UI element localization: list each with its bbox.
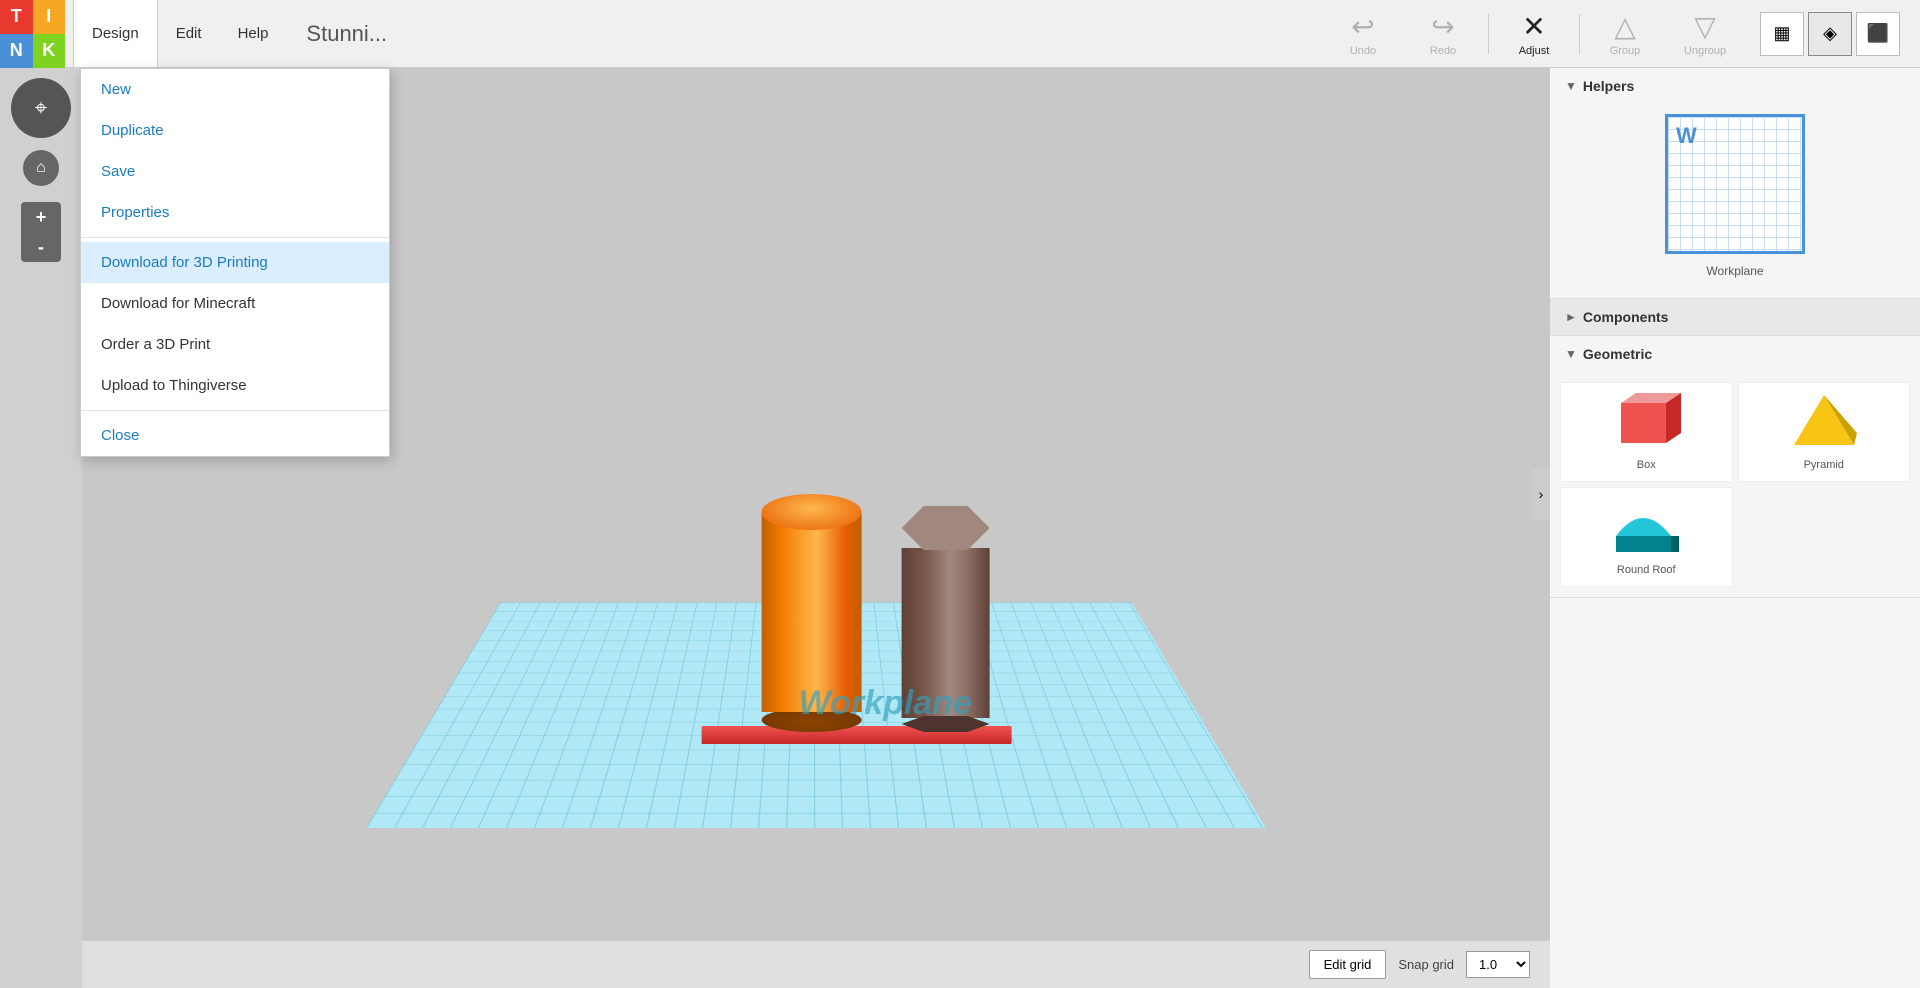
nav-design[interactable]: Design — [73, 0, 158, 67]
panel-toggle[interactable]: › — [1532, 469, 1550, 519]
pyramid-shape-preview — [1789, 393, 1859, 453]
box-label: Box — [1637, 459, 1656, 471]
geometric-header[interactable]: ▼ Geometric — [1550, 336, 1920, 372]
menu-duplicate[interactable]: Duplicate — [81, 110, 389, 151]
menu-downloadmc[interactable]: Download for Minecraft — [81, 283, 389, 324]
undo-button[interactable]: ↩ Undo — [1328, 10, 1398, 57]
logo-t: T — [0, 0, 33, 34]
object-cylinder[interactable] — [762, 494, 862, 732]
box-shape-preview — [1611, 393, 1681, 453]
redo-button[interactable]: ↪ Redo — [1408, 10, 1478, 57]
menu-order3d[interactable]: Order a 3D Print — [81, 324, 389, 365]
group-icon: △ — [1614, 10, 1636, 43]
components-header[interactable]: ► Components — [1550, 299, 1920, 335]
view-icons: ▦ ◈ ⬛ — [1760, 12, 1900, 56]
snap-select[interactable]: 1.0 0.5 0.25 2.0 — [1466, 951, 1530, 978]
snap-label: Snap grid — [1398, 957, 1454, 972]
bottom-bar: Edit grid Snap grid 1.0 0.5 0.25 2.0 — [82, 940, 1550, 988]
shape-pyramid-card[interactable]: Pyramid — [1738, 382, 1911, 482]
design-dropdown-menu: New Duplicate Save Properties Download f… — [80, 68, 390, 457]
edit-grid-button[interactable]: Edit grid — [1309, 950, 1387, 979]
menu-save[interactable]: Save — [81, 151, 389, 192]
home-view-button[interactable]: ⌂ — [23, 150, 59, 186]
roundroof-label: Round Roof — [1617, 564, 1676, 576]
geometric-arrow-icon: ▼ — [1565, 347, 1577, 361]
page-title: Stunni... — [306, 21, 387, 47]
zoom-out-button[interactable]: - — [21, 232, 61, 262]
menu-upload[interactable]: Upload to Thingiverse — [81, 365, 389, 406]
zoom-group: + - — [21, 202, 61, 262]
navigate-circle[interactable]: ⌖ — [11, 78, 71, 138]
logo[interactable]: T I N K — [0, 0, 65, 68]
menu-download3d[interactable]: Download for 3D Printing — [81, 242, 389, 283]
menu-close[interactable]: Close — [81, 415, 389, 456]
undo-icon: ↩ — [1351, 10, 1374, 43]
roundroof-shape-preview — [1611, 498, 1681, 558]
helpers-content: W Workplane — [1550, 104, 1920, 298]
scene-wrapper: Workplane — [366, 178, 1266, 878]
objects-3d — [742, 494, 990, 738]
object-platform — [742, 494, 862, 738]
hex-top — [902, 506, 990, 550]
components-arrow-icon: ► — [1565, 310, 1577, 324]
adjust-icon: ✕ — [1522, 10, 1545, 43]
workplane-w-letter: W — [1676, 123, 1697, 149]
zoom-in-button[interactable]: + — [21, 202, 61, 232]
workplane-card[interactable]: W — [1665, 114, 1805, 254]
cylinder-body — [762, 512, 862, 712]
geo-grid: Box Pyramid — [1550, 372, 1920, 597]
view-grid-icon[interactable]: ▦ — [1760, 12, 1804, 56]
group-button[interactable]: △ Group — [1590, 10, 1660, 57]
chevron-right-icon: › — [1539, 486, 1544, 502]
menu-new[interactable]: New — [81, 69, 389, 110]
object-hex-prism[interactable] — [902, 506, 990, 732]
right-panel: ▼ Helpers W Workplane ► Components ▼ Geo… — [1550, 68, 1920, 988]
toolbar-separator2 — [1579, 14, 1580, 54]
pan-arrows-icon: ⌖ — [35, 95, 47, 121]
home-icon: ⌂ — [36, 159, 46, 177]
shape-roundroof-card[interactable]: Round Roof — [1560, 487, 1733, 587]
helpers-section: ▼ Helpers W Workplane — [1550, 68, 1920, 299]
redo-icon: ↪ — [1431, 10, 1454, 43]
helpers-arrow-icon: ▼ — [1565, 79, 1577, 93]
workplane-card-label: Workplane — [1706, 264, 1763, 278]
nav-edit[interactable]: Edit — [158, 0, 220, 67]
hex-bottom — [902, 716, 990, 732]
topbar: T I N K Design Edit Help Stunni... ↩ Und… — [0, 0, 1920, 68]
ungroup-button[interactable]: ▽ Ungroup — [1670, 10, 1740, 57]
shape-box-card[interactable]: Box — [1560, 382, 1733, 482]
logo-n: N — [0, 34, 33, 68]
menu-separator2 — [81, 410, 389, 411]
menu-separator — [81, 237, 389, 238]
pyramid-label: Pyramid — [1804, 459, 1844, 471]
logo-k: K — [33, 34, 66, 68]
cylinder-top — [762, 494, 862, 530]
components-section: ► Components — [1550, 299, 1920, 336]
view-3d-icon[interactable]: ◈ — [1808, 12, 1852, 56]
hex-body — [902, 548, 990, 718]
view-minecraft-icon[interactable]: ⬛ — [1856, 12, 1900, 56]
ungroup-icon: ▽ — [1694, 10, 1716, 43]
nav-help[interactable]: Help — [220, 0, 287, 67]
helpers-header[interactable]: ▼ Helpers — [1550, 68, 1920, 104]
nav-menu: Design Edit Help — [73, 0, 286, 67]
adjust-button[interactable]: ✕ Adjust — [1499, 10, 1569, 57]
toolbar-right: ↩ Undo ↪ Redo ✕ Adjust △ Group ▽ Ungroup… — [1328, 10, 1920, 57]
geometric-section: ▼ Geometric Box — [1550, 336, 1920, 598]
toolbar-separator — [1488, 14, 1489, 54]
left-nav: ⌖ ⌂ + - — [0, 68, 82, 988]
logo-i: I — [33, 0, 66, 34]
menu-properties[interactable]: Properties — [81, 192, 389, 233]
